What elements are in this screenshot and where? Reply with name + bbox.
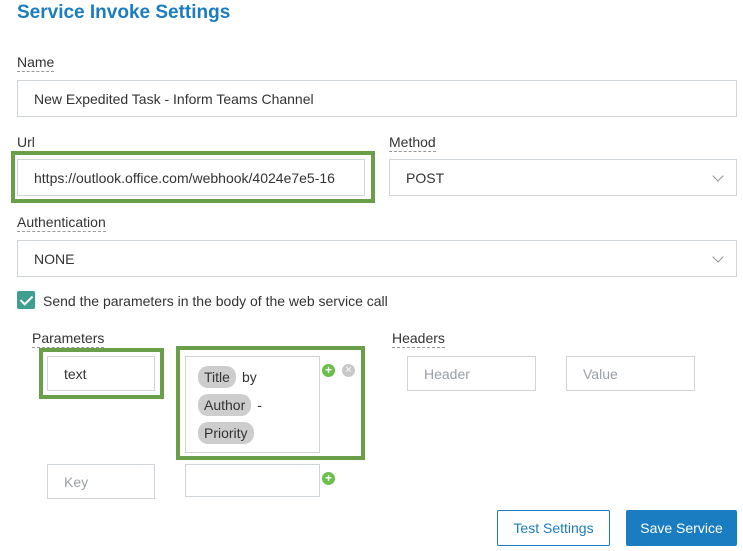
new-param-key-placeholder: Key bbox=[64, 473, 89, 490]
test-settings-button[interactable]: Test Settings bbox=[497, 510, 610, 546]
send-in-body-checkbox[interactable] bbox=[17, 291, 35, 309]
token-text: by bbox=[241, 369, 257, 385]
method-label: Method bbox=[389, 134, 436, 152]
header-key-input[interactable]: Header bbox=[407, 356, 536, 391]
name-label: Name bbox=[17, 54, 55, 72]
send-in-body-label: Send the parameters in the body of the w… bbox=[43, 293, 388, 309]
token-row: Priority bbox=[198, 422, 319, 450]
new-param-key-input[interactable]: Key bbox=[47, 464, 155, 499]
param-value-input[interactable]: Title by Author - Priority bbox=[185, 356, 320, 453]
method-select-value: POST bbox=[406, 169, 445, 186]
authentication-select-value: NONE bbox=[34, 250, 75, 267]
token-text: - bbox=[257, 397, 262, 413]
plus-circle-icon[interactable]: + bbox=[322, 364, 335, 377]
plus-circle-icon[interactable]: + bbox=[322, 472, 335, 485]
token-row: Author - bbox=[198, 394, 319, 422]
token-pill: Author bbox=[198, 394, 252, 416]
authentication-label: Authentication bbox=[17, 214, 106, 232]
url-input-value: https://outlook.office.com/webhook/4024e… bbox=[34, 169, 335, 186]
headers-label: Headers bbox=[392, 330, 445, 348]
header-value-placeholder: Value bbox=[583, 365, 618, 382]
param-key-value: text bbox=[64, 365, 87, 382]
save-service-button[interactable]: Save Service bbox=[626, 510, 737, 546]
header-value-input[interactable]: Value bbox=[566, 356, 695, 391]
name-input[interactable]: New Expedited Task - Inform Teams Channe… bbox=[17, 80, 737, 117]
param-key-input[interactable]: text bbox=[47, 356, 155, 391]
new-param-value-input[interactable] bbox=[185, 464, 320, 497]
authentication-select[interactable]: NONE bbox=[17, 240, 737, 277]
name-input-value: New Expedited Task - Inform Teams Channe… bbox=[34, 90, 314, 107]
method-select[interactable]: POST bbox=[389, 159, 737, 196]
token-pill: Priority bbox=[198, 422, 254, 444]
page-title: Service Invoke Settings bbox=[17, 2, 231, 23]
chevron-down-icon bbox=[712, 250, 724, 263]
token-row: Title by bbox=[198, 366, 319, 394]
token-pill: Title bbox=[198, 366, 236, 388]
header-key-placeholder: Header bbox=[424, 365, 470, 382]
parameters-label: Parameters bbox=[32, 330, 105, 348]
url-label: Url bbox=[17, 134, 35, 152]
chevron-down-icon bbox=[712, 169, 724, 182]
x-circle-icon[interactable]: × bbox=[342, 364, 355, 377]
url-input[interactable]: https://outlook.office.com/webhook/4024e… bbox=[17, 159, 365, 196]
